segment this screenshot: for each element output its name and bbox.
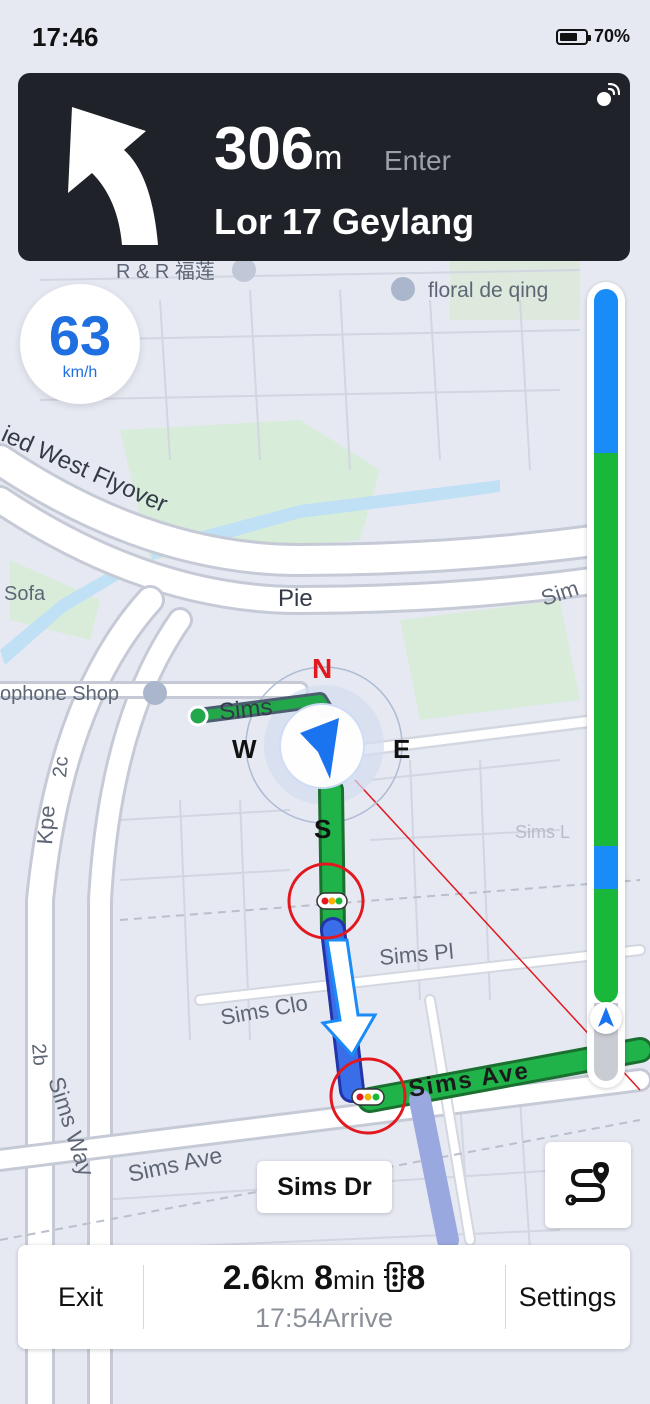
compass-north: N: [312, 653, 332, 684]
compass-west: W: [232, 734, 257, 764]
traffic-light-count: 8: [406, 1259, 426, 1297]
trip-summary-bar: Exit 2.6km 8min 8 17:54Arrive Settings: [18, 1245, 630, 1349]
progress-segment-smooth: [594, 888, 618, 1003]
compass-east: E: [393, 734, 410, 764]
compass-south: S: [314, 814, 331, 844]
label-sims-faint: Sims L: [515, 822, 570, 842]
label-2c: 2c: [49, 755, 73, 778]
label-rr: R & R 福莲: [116, 260, 215, 283]
arrival-info: 17:54Arrive: [144, 1303, 504, 1334]
route-overview-button[interactable]: [545, 1142, 631, 1228]
arrival-label: Arrive: [322, 1303, 394, 1333]
action-label: Enter: [384, 145, 451, 176]
label-sims-top: Sims: [218, 694, 274, 726]
satellite-signal-icon[interactable]: [594, 83, 620, 109]
progress-segment-clear: [594, 845, 618, 889]
settings-button[interactable]: Settings: [505, 1245, 630, 1349]
progress-segment-clear: [594, 289, 618, 454]
label-2b: 2b: [27, 1043, 51, 1067]
turn-left-arrow-icon: [68, 107, 158, 245]
remaining-time-unit: min: [333, 1265, 375, 1295]
exit-button[interactable]: Exit: [18, 1245, 143, 1349]
next-road-name: Lor 17 Geylang: [214, 201, 475, 242]
traffic-light-icon: [384, 1262, 407, 1292]
battery-icon: [555, 28, 591, 45]
speed-unit: km/h: [62, 364, 98, 381]
route-overview-icon: [565, 1162, 609, 1206]
label-phone-shop: ophone Shop: [0, 683, 119, 705]
status-bar: 17:46 70%: [0, 0, 650, 70]
navigation-arrow-icon: [598, 1007, 614, 1027]
route-progress-bar: [587, 282, 625, 1088]
shop-poi-icon: [232, 258, 256, 282]
traffic-light-icon: [316, 892, 348, 910]
progress-track: [594, 289, 618, 1003]
guidance-card[interactable]: 306m Enter Lor 17 Geylang: [18, 73, 630, 261]
turn-distance: 306m: [214, 119, 342, 188]
speed-value: 63: [48, 304, 112, 367]
label-pie: Pie: [278, 585, 313, 612]
battery-indicator: 70%: [555, 26, 630, 47]
floral-poi-icon: [391, 277, 415, 301]
distance-unit: m: [314, 139, 343, 177]
progress-position-marker: [590, 1002, 622, 1034]
current-street-label: Sims Dr: [257, 1161, 392, 1213]
trip-stats: 2.6km 8min 8: [144, 1259, 504, 1298]
label-sofa: Sofa: [4, 583, 46, 605]
arrival-time: 17:54: [254, 1303, 323, 1333]
status-time: 17:46: [32, 22, 99, 52]
battery-percent: 70%: [593, 26, 630, 46]
label-kpe: Kpe: [32, 805, 60, 846]
phone-shop-poi-icon: [143, 681, 167, 705]
traffic-light-icon: [351, 1088, 385, 1106]
distance-value: 306: [214, 115, 315, 182]
remaining-distance: 2.6: [222, 1259, 270, 1297]
remaining-distance-unit: km: [269, 1265, 305, 1295]
remaining-time: 8: [314, 1259, 334, 1297]
label-floral: floral de qing: [428, 279, 548, 302]
speed-indicator: 63 km/h: [20, 284, 140, 404]
progress-segment-smooth: [594, 453, 618, 846]
